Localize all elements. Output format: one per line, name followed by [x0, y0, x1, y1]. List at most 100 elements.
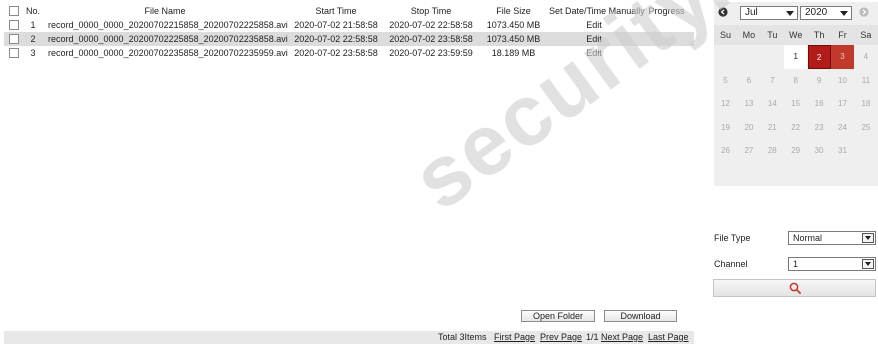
- prev-page-link[interactable]: Prev Page: [540, 332, 582, 343]
- file-type-value: Normal: [793, 233, 823, 243]
- pager-bar: Total 3Items First Page Prev Page 1/1 Ne…: [4, 331, 694, 344]
- row-checkbox[interactable]: [9, 34, 19, 45]
- weekday-label: We: [789, 30, 803, 40]
- header-progress: Progress: [648, 6, 685, 16]
- search-icon: [789, 282, 802, 295]
- next-month-icon[interactable]: [859, 7, 869, 17]
- table-row[interactable]: 2 record_0000_0000_20200702225858_202007…: [4, 32, 694, 46]
- calendar-day[interactable]: 14: [761, 92, 784, 116]
- row-edit-link[interactable]: Edit: [549, 18, 639, 32]
- row-stop-time: 2020-07-02 23:59:59: [389, 48, 473, 58]
- row-edit-link[interactable]: Edit: [549, 32, 639, 46]
- file-type-select[interactable]: Normal: [788, 231, 876, 245]
- row-file-name: record_0000_0000_20200702235858_20200702…: [48, 48, 288, 58]
- calendar-day[interactable]: 15: [784, 92, 807, 116]
- weekday-label: Su: [719, 30, 731, 40]
- calendar-day[interactable]: 31: [831, 139, 854, 163]
- calendar-day[interactable]: 25: [854, 116, 877, 140]
- previous-month-icon[interactable]: [718, 7, 728, 17]
- row-stop-time: 2020-07-02 23:58:58: [389, 34, 473, 44]
- calendar-day[interactable]: 20: [737, 116, 760, 140]
- row-progress: [639, 18, 694, 32]
- calendar-day[interactable]: 4: [854, 45, 877, 69]
- calendar-day[interactable]: 1: [784, 45, 808, 69]
- row-file-size: 1073.450 MB: [486, 20, 541, 30]
- year-select[interactable]: 2020: [800, 6, 852, 20]
- calendar: Jul 2020 Su Mo Tu We Th Fr Sa 1 2 3 4 5 6 7 8 9 10 11 12 1…: [714, 2, 878, 186]
- row-edit-link[interactable]: Edit: [549, 46, 639, 60]
- calendar-day[interactable]: 18: [854, 92, 877, 116]
- channel-select[interactable]: 1: [788, 257, 876, 271]
- calendar-day[interactable]: 27: [737, 139, 760, 163]
- row-no: 3: [30, 48, 36, 58]
- calendar-day[interactable]: 6: [737, 69, 760, 93]
- chevron-down-icon: [862, 233, 874, 243]
- chevron-down-icon: [840, 11, 848, 16]
- calendar-day[interactable]: 12: [714, 92, 737, 116]
- calendar-day[interactable]: 26: [714, 139, 737, 163]
- weekday-label: Tu: [767, 30, 778, 40]
- year-value: 2020: [805, 7, 828, 18]
- chevron-down-icon: [786, 11, 794, 16]
- calendar-day[interactable]: 21: [761, 116, 784, 140]
- calendar-day[interactable]: 7: [761, 69, 784, 93]
- weekday-label: Fr: [838, 30, 847, 40]
- month-value: Jul: [745, 7, 758, 18]
- weekday-label: Sa: [860, 30, 872, 40]
- row-no: 2: [30, 34, 36, 44]
- open-folder-button[interactable]: Open Folder: [521, 310, 595, 322]
- calendar-day[interactable]: 16: [808, 92, 831, 116]
- row-file-size: 18.189 MB: [491, 48, 536, 58]
- month-select[interactable]: Jul: [740, 6, 798, 20]
- row-progress: [639, 46, 694, 60]
- search-button[interactable]: [713, 279, 876, 297]
- calendar-day[interactable]: 24: [831, 116, 854, 140]
- row-start-time: 2020-07-02 21:58:58: [294, 20, 378, 30]
- row-checkbox[interactable]: [9, 48, 19, 59]
- channel-label: Channel: [714, 259, 748, 269]
- calendar-days-grid: 1 2 3 4 5 6 7 8 9 10 11 12 13 14 15 16 17 18 19 20 21 22 23 24 2…: [714, 45, 878, 186]
- row-progress: [639, 32, 694, 46]
- row-stop-time: 2020-07-02 22:58:58: [389, 20, 473, 30]
- row-file-name: record_0000_0000_20200702215858_20200702…: [48, 20, 288, 30]
- total-items-text: Total 3Items: [438, 332, 487, 342]
- first-page-link[interactable]: First Page: [494, 332, 535, 343]
- table-row[interactable]: 1 record_0000_0000_20200702215858_202007…: [4, 18, 694, 32]
- page-indicator: 1/1: [586, 332, 599, 342]
- calendar-day[interactable]: 19: [714, 116, 737, 140]
- calendar-day[interactable]: 9: [808, 69, 831, 93]
- file-type-label: File Type: [714, 233, 751, 243]
- calendar-day[interactable]: 10: [831, 69, 854, 93]
- calendar-day[interactable]: 22: [784, 116, 807, 140]
- weekday-header-row: Su Mo Tu We Th Fr Sa: [714, 25, 878, 45]
- calendar-day[interactable]: 30: [808, 139, 831, 163]
- row-start-time: 2020-07-02 22:58:58: [294, 34, 378, 44]
- next-page-link[interactable]: Next Page: [601, 332, 643, 343]
- header-set-datetime: Set Date/Time Manually: [549, 6, 645, 16]
- calendar-day[interactable]: 2: [807, 45, 831, 69]
- calendar-day[interactable]: 5: [714, 69, 737, 93]
- table-row[interactable]: 3 record_0000_0000_20200702235858_202007…: [4, 46, 694, 60]
- calendar-day[interactable]: 11: [854, 69, 877, 93]
- last-page-link[interactable]: Last Page: [648, 332, 689, 343]
- row-file-size: 1073.450 MB: [486, 34, 541, 44]
- select-all-checkbox[interactable]: [9, 6, 19, 17]
- row-start-time: 2020-07-02 23:58:58: [294, 48, 378, 58]
- channel-value: 1: [793, 259, 799, 269]
- weekday-label: Th: [813, 30, 825, 40]
- calendar-day[interactable]: 17: [831, 92, 854, 116]
- row-file-name: record_0000_0000_20200702225858_20200702…: [48, 34, 288, 44]
- calendar-day[interactable]: 29: [784, 139, 807, 163]
- calendar-day[interactable]: 28: [761, 139, 784, 163]
- header-file-size: File Size: [496, 6, 531, 16]
- download-button[interactable]: Download: [604, 310, 677, 322]
- select-all-header: [4, 4, 24, 18]
- row-checkbox[interactable]: [9, 20, 19, 31]
- calendar-day[interactable]: 3: [831, 45, 854, 69]
- calendar-day[interactable]: 13: [737, 92, 760, 116]
- weekday-label: Mo: [742, 30, 756, 40]
- calendar-day[interactable]: 23: [808, 116, 831, 140]
- header-start-time: Start Time: [315, 6, 357, 16]
- calendar-day[interactable]: 8: [784, 69, 807, 93]
- header-stop-time: Stop Time: [410, 6, 452, 16]
